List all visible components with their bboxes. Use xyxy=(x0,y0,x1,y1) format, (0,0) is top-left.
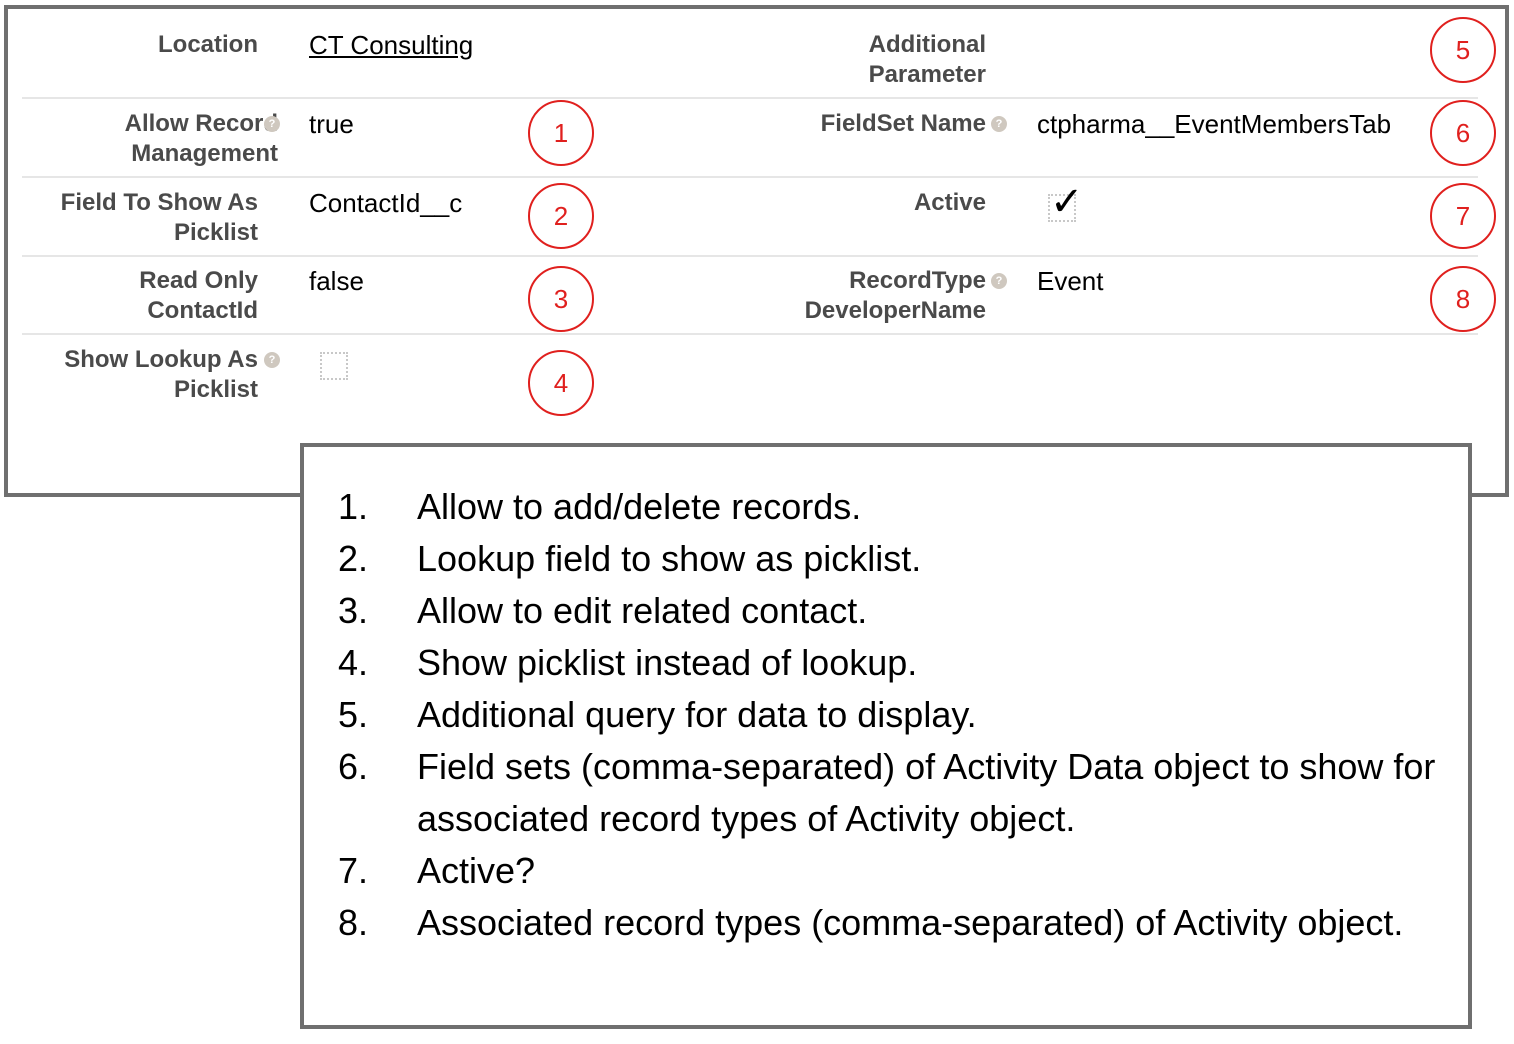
note-number: 5. xyxy=(338,694,369,735)
note-item: 5. Additional query for data to display. xyxy=(304,689,1468,741)
help-icon[interactable] xyxy=(991,116,1007,132)
row-divider xyxy=(22,333,612,335)
additional-parameter-label-text: Additional Parameter xyxy=(868,31,986,88)
show-lookup-as-picklist-checkbox[interactable] xyxy=(320,352,348,380)
marker-4: 4 xyxy=(528,350,594,416)
fieldset-name-value: ctpharma__EventMembersTab xyxy=(1037,109,1392,139)
notes-box: 1. Allow to add/delete records. 2. Looku… xyxy=(300,443,1472,1029)
note-number: 4. xyxy=(338,642,369,683)
additional-parameter-label: Additional Parameter xyxy=(790,30,986,90)
note-item: 3. Allow to edit related contact. xyxy=(304,585,1468,637)
read-only-contactid-label: Read Only ContactId xyxy=(40,266,258,326)
help-icon[interactable] xyxy=(264,352,280,368)
note-text: Additional query for data to display. xyxy=(417,694,977,735)
recordtype-developername-value: Event xyxy=(1037,266,1104,296)
location-link[interactable]: CT Consulting xyxy=(309,30,473,60)
note-item: 1. Allow to add/delete records. xyxy=(304,481,1468,533)
note-number: 3. xyxy=(338,590,369,631)
allow-record-management-label: Allow Record Management xyxy=(40,109,278,169)
note-text: Lookup field to show as picklist. xyxy=(417,538,922,579)
checkmark-icon: ✓ xyxy=(1050,179,1084,225)
marker-1: 1 xyxy=(528,100,594,166)
help-icon[interactable] xyxy=(264,116,280,132)
note-number: 8. xyxy=(338,902,369,943)
row-divider xyxy=(22,176,612,178)
active-label-text: Active xyxy=(913,189,986,216)
row-divider xyxy=(612,255,1478,257)
marker-8: 8 xyxy=(1430,266,1496,332)
marker-2: 2 xyxy=(528,183,594,249)
note-text: Field sets (comma-separated) of Activity… xyxy=(417,746,1436,839)
marker-7: 7 xyxy=(1430,183,1496,249)
fieldset-name-label: FieldSet Name xyxy=(700,109,986,139)
note-text: Associated record types (comma-separated… xyxy=(417,902,1404,943)
show-lookup-as-picklist-label-text: Show Lookup As Picklist xyxy=(64,346,258,403)
active-checkbox[interactable]: ✓ xyxy=(1048,182,1084,222)
field-to-show-as-picklist-label-text: Field To Show As Picklist xyxy=(60,189,258,246)
marker-6: 6 xyxy=(1430,100,1496,166)
field-to-show-as-picklist-label: Field To Show As Picklist xyxy=(40,188,258,248)
note-item: 6. Field sets (comma-separated) of Activ… xyxy=(304,741,1468,845)
row-divider xyxy=(612,333,1478,335)
location-label: Location xyxy=(40,30,258,60)
read-only-contactid-value: false xyxy=(309,266,364,296)
show-lookup-as-picklist-label: Show Lookup As Picklist xyxy=(40,345,258,405)
location-label-text: Location xyxy=(158,31,258,58)
read-only-contactid-label-text: Read Only ContactId xyxy=(139,267,258,324)
active-label: Active xyxy=(790,188,986,218)
note-number: 1. xyxy=(338,486,369,527)
note-item: 8. Associated record types (comma-separa… xyxy=(304,897,1468,949)
recordtype-developername-label-text: RecordType DeveloperName xyxy=(804,267,986,324)
allow-record-management-value: true xyxy=(309,109,354,139)
field-to-show-as-picklist-value: ContactId__c xyxy=(309,188,463,218)
row-divider xyxy=(612,176,1478,178)
allow-record-management-label-text: Allow Record Management xyxy=(124,110,278,167)
marker-3: 3 xyxy=(528,266,594,332)
note-number: 7. xyxy=(338,850,369,891)
row-divider xyxy=(612,97,1478,99)
note-text: Allow to edit related contact. xyxy=(417,590,868,631)
record-detail-panel xyxy=(4,5,1509,497)
note-text: Active? xyxy=(417,850,536,891)
row-divider xyxy=(22,97,612,99)
help-icon[interactable] xyxy=(991,273,1007,289)
row-divider xyxy=(22,255,612,257)
marker-5: 5 xyxy=(1430,17,1496,83)
note-text: Allow to add/delete records. xyxy=(417,486,862,527)
note-item: 4. Show picklist instead of lookup. xyxy=(304,637,1468,689)
notes-list: 1. Allow to add/delete records. 2. Looku… xyxy=(304,481,1468,949)
note-item: 7. Active? xyxy=(304,845,1468,897)
recordtype-developername-label: RecordType DeveloperName xyxy=(760,266,986,326)
note-number: 6. xyxy=(338,746,369,787)
note-item: 2. Lookup field to show as picklist. xyxy=(304,533,1468,585)
note-text: Show picklist instead of lookup. xyxy=(417,642,918,683)
note-number: 2. xyxy=(338,538,369,579)
fieldset-name-label-text: FieldSet Name xyxy=(820,110,986,137)
